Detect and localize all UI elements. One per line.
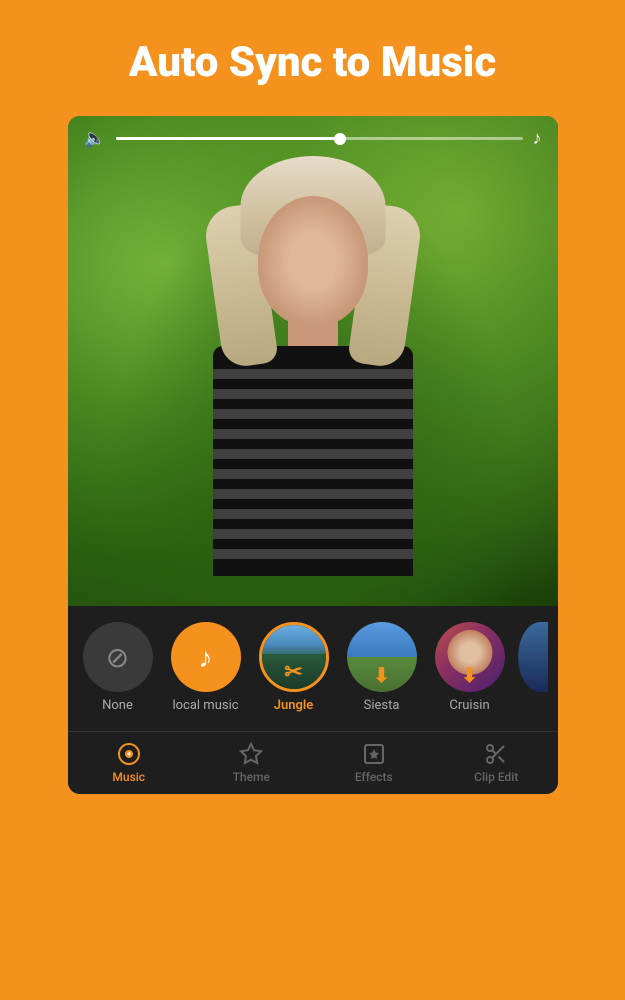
volume-icon: 🔈 — [84, 128, 106, 149]
local-music-icon: ♪ — [199, 641, 213, 674]
jungle-label: Jungle — [274, 698, 314, 713]
cruisin-label: Cruisin — [449, 698, 489, 713]
cruisin-circle: ⬇ — [435, 622, 505, 692]
nav-item-music[interactable]: Music — [68, 732, 191, 794]
siesta-circle: ⬇ — [347, 622, 417, 692]
nav-label-music: Music — [112, 770, 145, 784]
cruisin-download-icon: ⬇ — [461, 663, 478, 687]
nav-label-effects: Effects — [355, 770, 393, 784]
none-icon: ⊘ — [106, 641, 129, 674]
jungle-inner: ✂ — [262, 625, 326, 689]
music-option-none[interactable]: ⊘ None — [78, 622, 158, 713]
effects-icon — [362, 742, 386, 766]
bottom-nav: Music Theme Effects — [68, 731, 558, 794]
nav-item-clip-edit[interactable]: Clip Edit — [435, 732, 558, 794]
none-circle: ⊘ — [83, 622, 153, 692]
partial-inner — [518, 622, 548, 692]
nav-label-theme: Theme — [233, 770, 270, 784]
local-circle: ♪ — [171, 622, 241, 692]
music-option-siesta[interactable]: ⬇ Siesta — [342, 622, 422, 713]
progress-bar-fill — [116, 137, 340, 140]
nav-item-effects[interactable]: Effects — [313, 732, 436, 794]
siesta-inner: ⬇ — [347, 622, 417, 692]
cruisin-inner: ⬇ — [435, 622, 505, 692]
music-option-jungle[interactable]: ✂ Jungle — [254, 622, 334, 713]
none-label: None — [102, 698, 133, 713]
progress-dot — [334, 133, 346, 145]
music-note-icon: ♪ — [533, 128, 542, 149]
clip-edit-scissors-icon — [484, 742, 508, 766]
siesta-download-icon: ⬇ — [373, 663, 390, 687]
music-option-local[interactable]: ♪ local music — [166, 622, 246, 713]
music-options-list: ⊘ None ♪ local music ✂ Jungle — [78, 622, 548, 721]
partial-circle — [518, 622, 548, 692]
nav-item-theme[interactable]: Theme — [190, 732, 313, 794]
phone-container: 🔈 ♪ ⊘ None ♪ local music — [68, 116, 558, 794]
video-area: 🔈 ♪ — [68, 116, 558, 606]
header: Auto Sync to Music — [0, 0, 625, 116]
nav-label-clip-edit: Clip Edit — [474, 770, 518, 784]
local-label: local music — [172, 698, 238, 713]
music-option-cruisin[interactable]: ⬇ Cruisin — [430, 622, 510, 713]
video-image — [68, 116, 558, 606]
main-title: Auto Sync to Music — [129, 40, 496, 86]
music-icon — [117, 742, 141, 766]
theme-star-icon — [239, 742, 263, 766]
music-selection-panel: ⊘ None ♪ local music ✂ Jungle — [68, 606, 558, 731]
player-bar: 🔈 ♪ — [68, 128, 558, 149]
siesta-label: Siesta — [364, 698, 400, 713]
progress-bar-track[interactable] — [116, 137, 523, 140]
music-option-partial[interactable] — [518, 622, 548, 692]
jungle-scissors-icon: ✂ — [284, 660, 302, 685]
jungle-circle: ✂ — [259, 622, 329, 692]
